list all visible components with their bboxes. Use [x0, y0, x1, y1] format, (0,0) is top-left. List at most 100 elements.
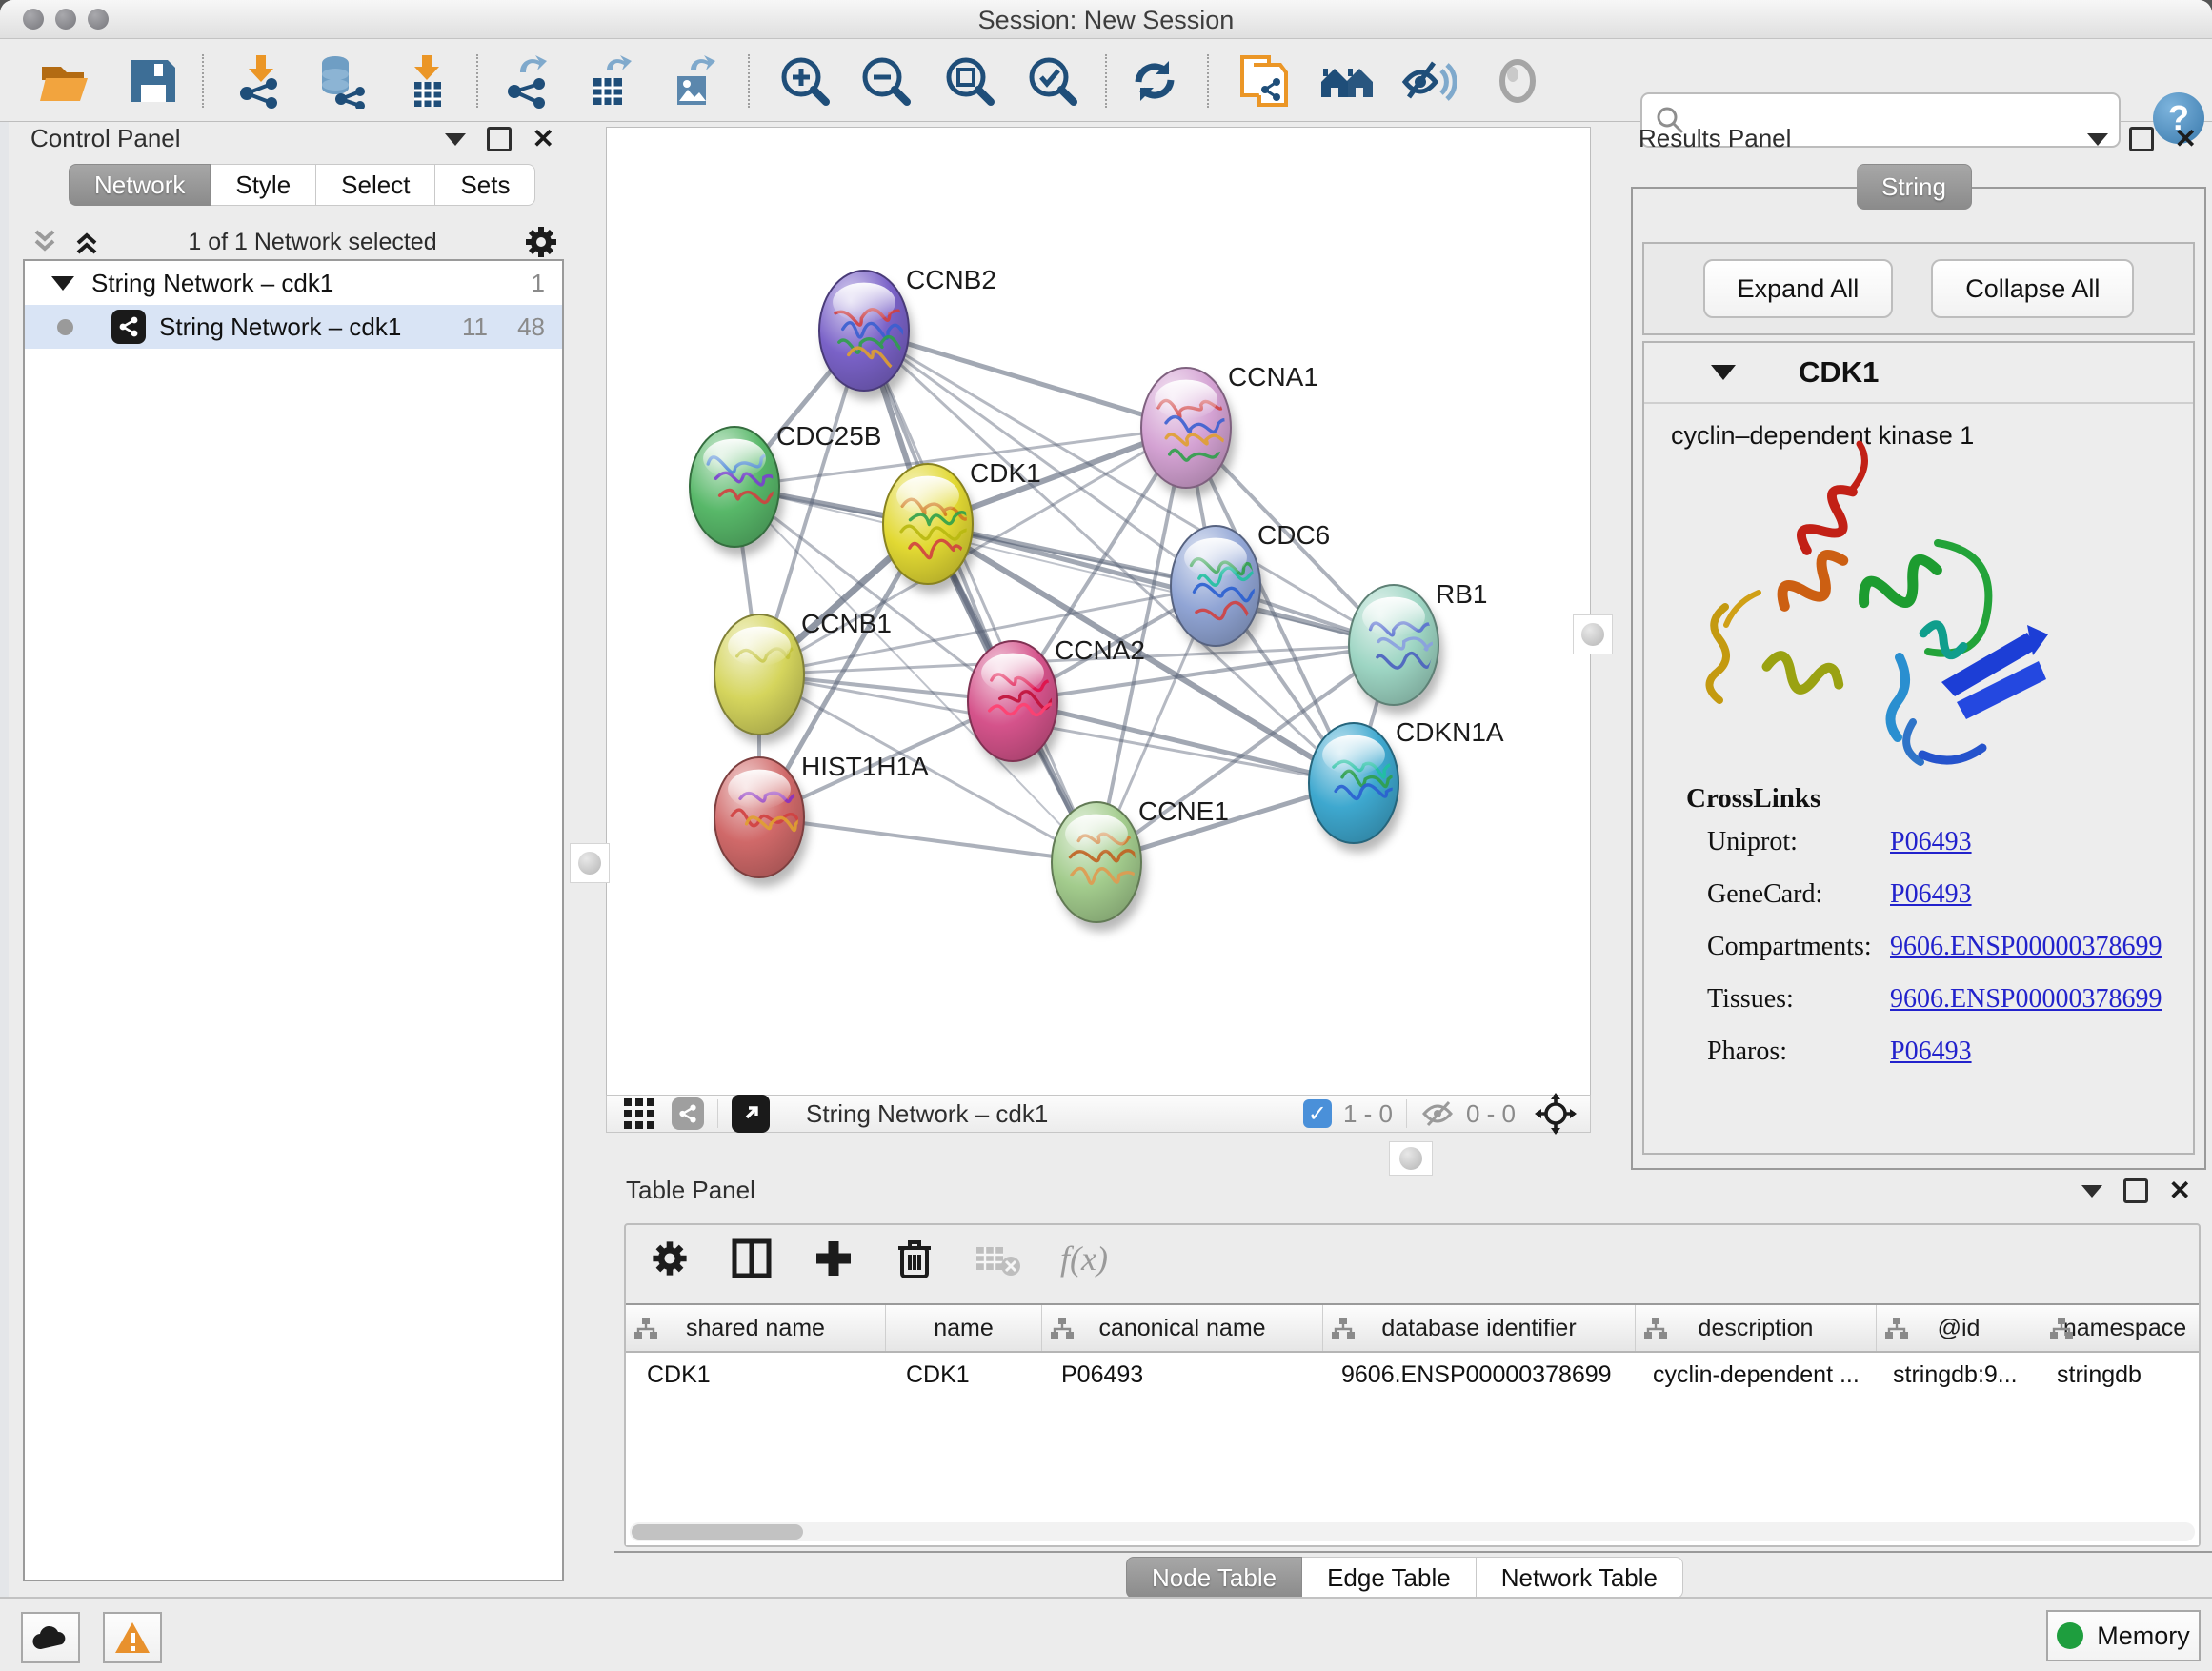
save-session-button[interactable]	[122, 50, 183, 111]
birdseye-crosshair-icon[interactable]	[1535, 1093, 1577, 1135]
collection-count: 1	[532, 269, 545, 298]
column-header-id[interactable]: @id	[1877, 1305, 2041, 1351]
table-options-gear-icon[interactable]	[649, 1238, 691, 1279]
network-type-icon[interactable]	[672, 1097, 704, 1130]
show-all-button[interactable]	[1487, 50, 1548, 111]
table-panel-title: Table Panel	[626, 1176, 755, 1205]
table-cell[interactable]: cyclin-dependent ...	[1632, 1361, 1872, 1389]
crosslink-value-link[interactable]: 9606.ENSP00000378699	[1890, 932, 2162, 962]
refresh-icon	[1127, 53, 1182, 109]
memory-button[interactable]: Memory	[2046, 1610, 2201, 1661]
crosslink-value-link[interactable]: 9606.ENSP00000378699	[1890, 984, 2162, 1015]
table-cell[interactable]: P06493	[1040, 1361, 1320, 1389]
refresh-layout-button[interactable]	[1124, 50, 1185, 111]
horizontal-splitter-handle[interactable]	[1389, 1141, 1433, 1176]
panel-menu-icon[interactable]	[2087, 133, 2108, 146]
table-cell[interactable]: 9606.ENSP00000378699	[1320, 1361, 1632, 1389]
column-header-shared-name[interactable]: shared name	[626, 1305, 886, 1351]
export-image-button[interactable]	[663, 50, 724, 111]
crosslink-label: Compartments:	[1707, 932, 1890, 962]
node-label-hist1h1a: HIST1H1A	[801, 752, 929, 781]
zoom-fit-button[interactable]	[939, 50, 1000, 111]
import-network-database-button[interactable]	[310, 50, 371, 111]
string-network-graph[interactable]: CCNB2CCNA1CDC25BCDK1CDC6RB1CCNB1CCNA2CDK…	[607, 128, 1590, 1095]
tab-select[interactable]: Select	[316, 164, 435, 206]
protein-section-header[interactable]: CDK1	[1644, 343, 2193, 404]
panel-float-icon[interactable]	[2123, 1178, 2148, 1203]
cloud-status-button[interactable]	[21, 1612, 80, 1663]
table-cell[interactable]: CDK1	[885, 1361, 1040, 1389]
section-collapse-arrow-icon[interactable]	[1711, 365, 1736, 380]
export-table-button[interactable]	[579, 50, 640, 111]
table-cell[interactable]: CDK1	[626, 1361, 885, 1389]
panel-menu-icon[interactable]	[445, 133, 466, 146]
panel-close-icon[interactable]: ✕	[2169, 1181, 2191, 1200]
expand-all-button[interactable]: Expand All	[1703, 259, 1894, 318]
import-table-file-button[interactable]	[396, 50, 457, 111]
open-session-button[interactable]	[34, 50, 95, 111]
panel-float-icon[interactable]	[2129, 127, 2154, 151]
show-columns-icon[interactable]	[731, 1238, 773, 1279]
warning-icon	[113, 1621, 151, 1655]
tab-style[interactable]: Style	[211, 164, 316, 206]
network-edge[interactable]	[864, 331, 1096, 862]
column-header-label: canonical name	[1098, 1315, 1265, 1342]
open-in-window-icon[interactable]	[732, 1095, 770, 1133]
node-label-ccnb1: CCNB1	[801, 609, 892, 638]
add-column-plus-icon[interactable]	[813, 1238, 855, 1279]
network-row[interactable]: String Network – cdk1 11 48	[25, 305, 562, 349]
selected-nodes-checkbox[interactable]: ✓	[1303, 1099, 1332, 1128]
column-header-description[interactable]: description	[1636, 1305, 1877, 1351]
collapse-all-button[interactable]: Collapse All	[1931, 259, 2134, 318]
tab-network-table[interactable]: Network Table	[1477, 1557, 1683, 1599]
table-horizontal-scrollbar[interactable]	[630, 1522, 2195, 1541]
panel-close-icon[interactable]: ✕	[2175, 130, 2197, 149]
hidden-eye-icon[interactable]	[1420, 1098, 1457, 1129]
tab-network[interactable]: Network	[69, 164, 211, 206]
delete-column-trash-icon[interactable]	[895, 1237, 935, 1280]
vertical-splitter-handle[interactable]	[1573, 614, 1613, 654]
column-header-canonical-name[interactable]: canonical name	[1042, 1305, 1323, 1351]
column-header-database-identifier[interactable]: database identifier	[1323, 1305, 1636, 1351]
vertical-splitter-handle[interactable]	[570, 843, 610, 883]
panel-menu-icon[interactable]	[2081, 1185, 2102, 1198]
node-label-cdk1: CDK1	[970, 458, 1041, 488]
tab-string[interactable]: String	[1857, 164, 1972, 210]
network-edge[interactable]	[759, 817, 1096, 862]
tab-edge-table[interactable]: Edge Table	[1302, 1557, 1477, 1599]
table-row[interactable]: CDK1CDK1P064939606.ENSP00000378699cyclin…	[626, 1353, 2199, 1397]
column-header-namespace[interactable]: namespace	[2041, 1305, 2199, 1351]
footer-separator	[717, 1099, 718, 1128]
network-canvas[interactable]: CCNB2CCNA1CDC25BCDK1CDC6RB1CCNB1CCNA2CDK…	[606, 127, 1591, 1096]
hide-selected-button[interactable]	[1398, 50, 1459, 111]
scrollbar-thumb[interactable]	[632, 1524, 803, 1540]
tab-node-table[interactable]: Node Table	[1126, 1557, 1302, 1599]
crosslink-value-link[interactable]: P06493	[1890, 1037, 1972, 1067]
zoom-out-button[interactable]	[855, 50, 916, 111]
collapse-all-chevron-icon[interactable]	[70, 228, 103, 256]
crosslink-value-link[interactable]: P06493	[1890, 827, 1972, 857]
import-network-file-button[interactable]	[229, 50, 290, 111]
expand-all-chevron-icon[interactable]	[29, 228, 61, 256]
zoom-selected-icon	[1025, 53, 1080, 109]
memory-status-dot-icon	[2057, 1622, 2083, 1649]
tab-sets[interactable]: Sets	[435, 164, 535, 206]
grid-view-icon[interactable]	[622, 1097, 656, 1131]
new-network-from-selection-button[interactable]	[1234, 50, 1295, 111]
network-node-ccnb1[interactable]	[714, 614, 814, 744]
column-header-label: description	[1699, 1315, 1814, 1342]
panel-close-icon[interactable]: ✕	[533, 130, 554, 149]
column-header-name[interactable]: name	[886, 1305, 1042, 1351]
network-collection-row[interactable]: String Network – cdk1 1	[25, 261, 562, 305]
crosslink-value-link[interactable]: P06493	[1890, 879, 1972, 910]
export-network-button[interactable]	[498, 50, 559, 111]
table-cell[interactable]: stringdb:9...	[1872, 1361, 2036, 1389]
collection-expand-arrow-icon[interactable]	[51, 276, 74, 291]
network-options-gear-icon[interactable]	[522, 223, 560, 261]
zoom-selected-button[interactable]	[1022, 50, 1083, 111]
zoom-in-button[interactable]	[774, 50, 835, 111]
warnings-button[interactable]	[103, 1612, 162, 1663]
first-neighbors-button[interactable]	[1317, 50, 1377, 111]
panel-float-icon[interactable]	[487, 127, 512, 151]
table-cell[interactable]: stringdb	[2036, 1361, 2199, 1389]
